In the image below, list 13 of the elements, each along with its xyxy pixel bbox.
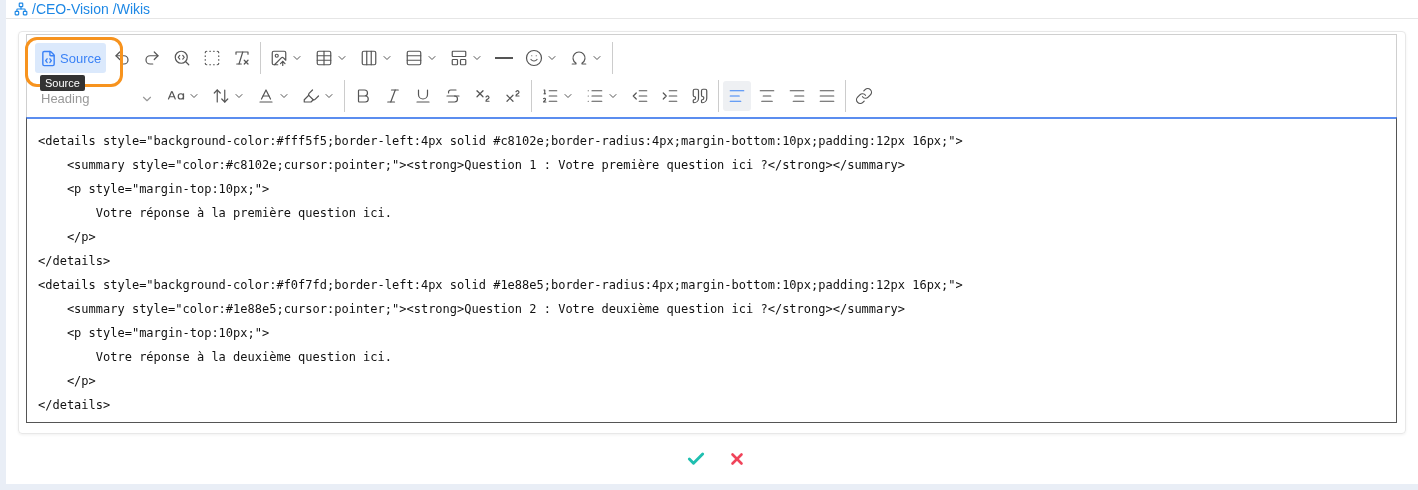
code-line: <p style="margin-top:10px;">	[65, 181, 271, 198]
code-line: <summary style="color:#1e88e5;cursor:pointer;"><strong>Question 2 : Votre deuxième question ici ?</strong></summary>	[65, 301, 906, 318]
code-line: </p>	[65, 229, 97, 246]
code-line: </details>	[38, 253, 112, 270]
code-line: Votre réponse à la première question ici.	[94, 205, 393, 222]
code-line: Votre réponse à la deuxième question ici.	[94, 349, 393, 366]
code-line: </p>	[65, 373, 97, 390]
code-line: </details>	[38, 397, 112, 414]
code-line: <details style="background-color:#f0f7fd;border-left:4px solid #1e88e5;border-radius:4px;margin-bottom:10px;padding:12px 16px;">	[38, 277, 964, 294]
code-line: <p style="margin-top:10px;">	[65, 325, 271, 342]
tooltip: Source	[40, 75, 85, 91]
code-line: <details style="background-color:#fff5f5;border-left:4px solid #c8102e;border-radius:4px;margin-bottom:10px;padding:12px 16px;">	[38, 133, 964, 150]
code-line: <summary style="color:#c8102e;cursor:pointer;"><strong>Question 1 : Votre première question ici ?</strong></summary>	[65, 157, 906, 174]
